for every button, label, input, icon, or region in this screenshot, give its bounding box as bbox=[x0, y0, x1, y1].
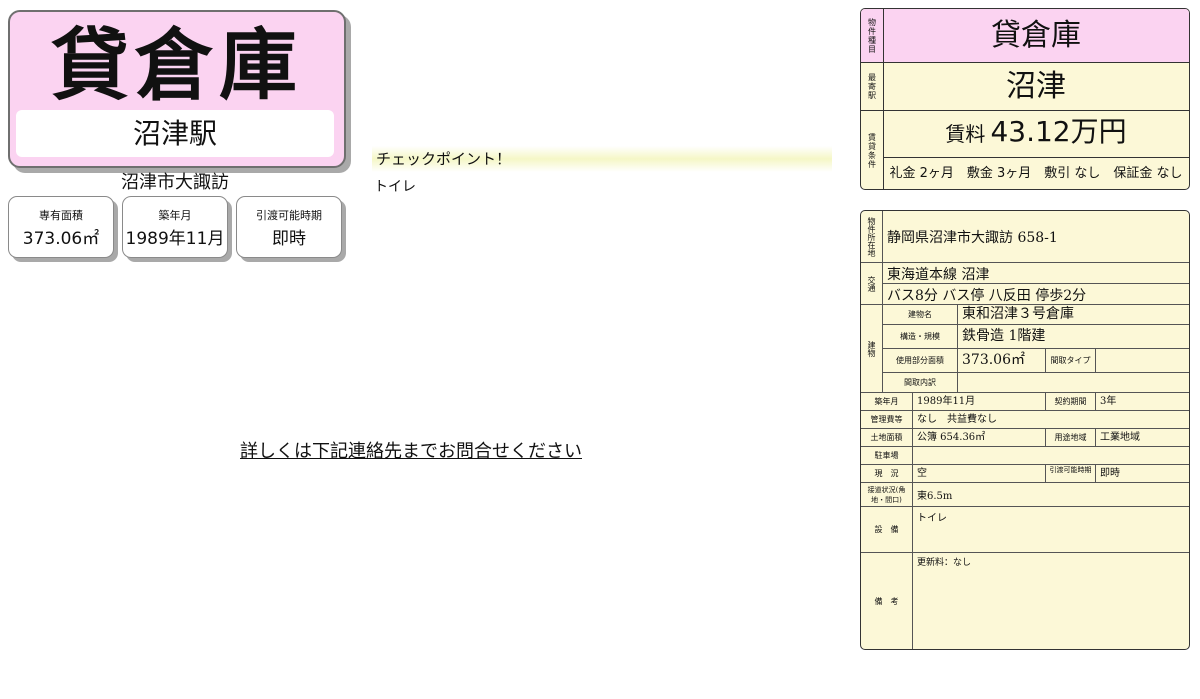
summary-type-value: 貸倉庫 bbox=[991, 18, 1081, 53]
summary-card: 物件種目 貸倉庫 最寄駅 沼津 賃貸条件 賃料 43.12万円 礼金 2ヶ月 敷… bbox=[860, 8, 1190, 190]
handover-label: 引渡可能時期 bbox=[1046, 465, 1096, 483]
handover-value: 即時 bbox=[1096, 465, 1189, 483]
property-type-title: 貸倉庫 bbox=[50, 21, 303, 111]
land-value: 公簿 654.36㎡ bbox=[913, 429, 1046, 447]
info-box-handover: 引渡可能時期 即時 bbox=[236, 196, 342, 258]
summary-station-row: 最寄駅 沼津 bbox=[861, 63, 1189, 111]
checkpoint-heading: チェックポイント！ bbox=[372, 146, 832, 172]
parking-label: 駐車場 bbox=[861, 447, 913, 465]
layout-type-value bbox=[1096, 349, 1189, 373]
transport-line2: バス8分 バス停 八反田 停歩2分 bbox=[883, 284, 1189, 305]
built-label: 築年月 bbox=[861, 393, 913, 411]
status-label: 現 況 bbox=[861, 465, 913, 483]
equipment-label: 設 備 bbox=[861, 507, 913, 553]
info-label: 専有面積 bbox=[39, 209, 83, 222]
title-card: 貸倉庫 沼津駅 bbox=[8, 10, 346, 168]
road-label: 接道状況(角地・間口) bbox=[861, 483, 913, 507]
info-label: 築年月 bbox=[158, 209, 192, 222]
rent-value: 43.12万円 bbox=[990, 115, 1127, 148]
road-value: 東6.5m bbox=[913, 483, 1189, 507]
structure-value: 鉄骨造 1階建 bbox=[958, 325, 1189, 349]
transport-label: 交通 bbox=[861, 263, 883, 305]
floor-area-label: 使用部分面積 bbox=[883, 349, 958, 373]
land-label: 土地面積 bbox=[861, 429, 913, 447]
remarks-value: 更新料：なし bbox=[917, 558, 972, 568]
layout-type-label: 間取タイプ bbox=[1046, 349, 1096, 373]
status-value: 空 bbox=[913, 465, 1046, 483]
info-value: 373.06㎡ bbox=[22, 229, 100, 249]
summary-conditions-row: 賃貸条件 賃料 43.12万円 礼金 2ヶ月 敷金 3ヶ月 敷引 なし 保証金 … bbox=[861, 111, 1189, 189]
detail-card: 物件所在地 静岡県沼津市大諏訪 658-1 交通 東海道本線 沼津 バス8分 バ… bbox=[860, 210, 1190, 650]
summary-rent: 賃料 43.12万円 bbox=[883, 115, 1189, 153]
contact-link[interactable]: 詳しくは下記連絡先までお問合せください bbox=[240, 440, 582, 464]
info-box-area: 専有面積 373.06㎡ bbox=[8, 196, 114, 258]
remarks-label: 備 考 bbox=[861, 553, 913, 649]
built-value: 1989年11月 bbox=[913, 393, 1046, 411]
location-value: 静岡県沼津市大諏訪 658-1 bbox=[883, 211, 1189, 263]
layout-detail-value bbox=[958, 373, 1189, 393]
equipment-value: トイレ bbox=[913, 507, 1189, 553]
info-value: 即時 bbox=[272, 229, 306, 249]
checkpoint-text: トイレ bbox=[374, 179, 416, 195]
parking-value bbox=[913, 447, 1189, 465]
building-name-label: 建物名 bbox=[883, 305, 958, 325]
summary-type-row: 物件種目 貸倉庫 bbox=[861, 9, 1189, 63]
transport-line1: 東海道本線 沼津 bbox=[883, 263, 1189, 284]
info-box-built: 築年月 1989年11月 bbox=[122, 196, 228, 258]
layout-detail-label: 間取内訳 bbox=[883, 373, 958, 393]
contract-value: 3年 bbox=[1096, 393, 1189, 411]
summary-station-value: 沼津 bbox=[1006, 69, 1066, 104]
building-label: 建物 bbox=[861, 305, 883, 393]
summary-conditions-label: 賃貸条件 bbox=[861, 111, 884, 189]
zoning-label: 用途地域 bbox=[1046, 429, 1096, 447]
summary-station-label: 最寄駅 bbox=[861, 63, 884, 110]
summary-fees: 礼金 2ヶ月 敷金 3ヶ月 敷引 なし 保証金 なし bbox=[883, 157, 1189, 189]
info-value: 1989年11月 bbox=[125, 229, 225, 249]
station-name: 沼津駅 bbox=[16, 110, 334, 157]
location-label: 物件所在地 bbox=[861, 211, 883, 263]
info-label: 引渡可能時期 bbox=[256, 209, 322, 222]
building-name-value: 東和沼津３号倉庫 bbox=[958, 305, 1189, 325]
floor-area-value: 373.06㎡ bbox=[958, 349, 1046, 373]
structure-label: 構造・規模 bbox=[883, 325, 958, 349]
zoning-value: 工業地域 bbox=[1096, 429, 1189, 447]
rent-prefix: 賃料 bbox=[945, 122, 986, 146]
area-name: 沼津市大諏訪 bbox=[121, 172, 229, 193]
contract-label: 契約期間 bbox=[1046, 393, 1096, 411]
summary-type-label: 物件種目 bbox=[861, 9, 884, 62]
mgmt-value: なし 共益費なし bbox=[913, 411, 1189, 429]
mgmt-label: 管理費等 bbox=[861, 411, 913, 429]
